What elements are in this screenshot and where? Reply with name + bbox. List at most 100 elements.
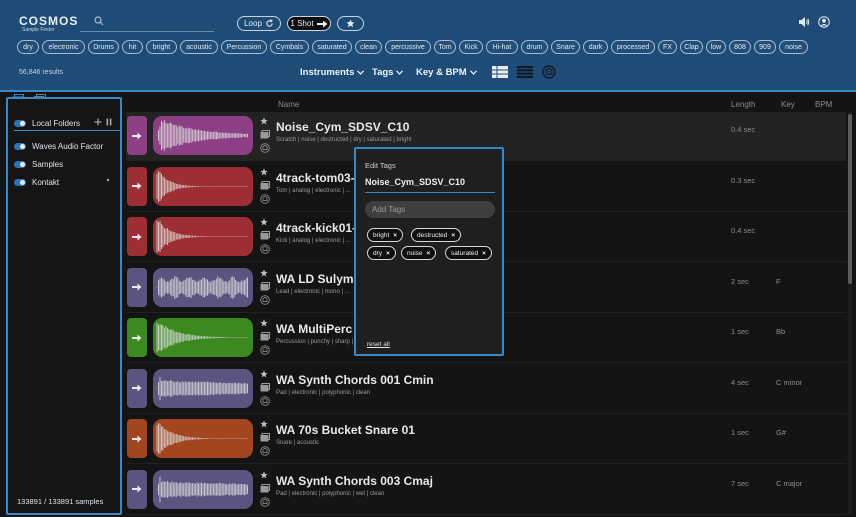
speaker-icon[interactable] xyxy=(798,16,810,28)
waveform[interactable] xyxy=(153,368,253,408)
waveform[interactable] xyxy=(153,116,253,155)
folder-toggle[interactable] xyxy=(14,178,26,186)
folder-icon[interactable] xyxy=(260,231,270,240)
tag-view-icon[interactable] xyxy=(542,65,556,79)
folder-toggle[interactable] xyxy=(14,160,26,168)
edit-tag-chip-destructed[interactable]: destructed × xyxy=(411,228,462,242)
tag-chip-cymbals[interactable]: Cymbals xyxy=(270,40,309,54)
waveform[interactable] xyxy=(153,217,253,256)
column-header-key[interactable]: Key xyxy=(781,100,795,109)
tag-chip-clean[interactable]: clean xyxy=(355,40,382,54)
tag-icon[interactable] xyxy=(260,345,270,355)
tag-chip-hi-hat[interactable]: Hi-hat xyxy=(486,40,518,54)
folder-icon[interactable] xyxy=(260,382,270,392)
tag-chip-808[interactable]: 808 xyxy=(729,40,751,54)
tag-chip-drums[interactable]: Drums xyxy=(88,40,119,54)
tag-chip-low[interactable]: low xyxy=(706,40,726,54)
folder-icon[interactable] xyxy=(260,180,270,190)
remove-tag-icon[interactable]: × xyxy=(451,232,455,239)
tag-chip-acoustic[interactable]: acoustic xyxy=(180,40,218,54)
tag-chip-909[interactable]: 909 xyxy=(754,40,776,54)
edit-tag-chip-dry[interactable]: dry × xyxy=(367,246,396,260)
folder-icon[interactable] xyxy=(260,433,270,442)
list-scroll-thumb[interactable] xyxy=(848,114,852,284)
remove-tag-icon[interactable]: × xyxy=(386,250,390,257)
edit-tag-chip-noise[interactable]: noise × xyxy=(401,246,437,260)
play-button[interactable] xyxy=(127,166,147,206)
play-button[interactable] xyxy=(127,267,147,307)
add-tags-input[interactable] xyxy=(365,201,495,218)
list-scrollbar[interactable] xyxy=(848,112,852,514)
tag-chip-dry[interactable]: dry xyxy=(17,40,39,54)
tag-chip-noise[interactable]: noise xyxy=(779,40,808,54)
star-icon[interactable] xyxy=(260,369,268,378)
remove-tag-icon[interactable]: × xyxy=(427,250,431,257)
play-button[interactable] xyxy=(127,419,147,458)
favorites-button[interactable] xyxy=(337,16,364,31)
search-box[interactable] xyxy=(80,14,214,32)
tag-chip-processed[interactable]: processed xyxy=(611,40,655,54)
sample-row[interactable]: WA 70s Bucket Snare 01 Snare | acoustic … xyxy=(126,415,846,464)
user-icon[interactable] xyxy=(818,16,830,28)
folder-icon[interactable] xyxy=(260,483,270,493)
star-icon[interactable] xyxy=(260,420,268,428)
local-folders-toggle[interactable] xyxy=(14,119,26,127)
play-button[interactable] xyxy=(127,469,147,509)
tag-chip-saturated[interactable]: saturated xyxy=(312,40,352,54)
pause-icon[interactable] xyxy=(106,118,112,126)
one-shot-button[interactable]: 1 Shot xyxy=(287,16,331,31)
sample-name[interactable]: WA Synth Chords 003 Cmaj xyxy=(276,474,433,488)
edit-tag-chip-saturated[interactable]: saturated × xyxy=(445,246,492,260)
reset-all-link[interactable]: reset all xyxy=(367,341,390,348)
sample-row[interactable]: WA Synth Chords 003 Cmaj Pad | electroni… xyxy=(126,466,846,515)
sample-row[interactable]: WA Synth Chords 001 Cmin Pad | electroni… xyxy=(126,365,846,414)
tag-icon[interactable] xyxy=(260,294,270,305)
star-icon[interactable] xyxy=(260,268,268,277)
search-icon[interactable] xyxy=(94,16,104,26)
play-button[interactable] xyxy=(127,318,147,357)
folder-icon[interactable] xyxy=(260,332,270,341)
play-button[interactable] xyxy=(127,217,147,256)
column-header-length[interactable]: Length xyxy=(731,100,755,109)
folder-kontakt[interactable]: Kontakt xyxy=(14,176,59,188)
remove-tag-icon[interactable]: × xyxy=(393,232,397,239)
list-view-icon[interactable] xyxy=(492,66,508,78)
compact-view-icon[interactable] xyxy=(517,66,533,78)
waveform[interactable] xyxy=(153,267,253,307)
add-folder-icon[interactable] xyxy=(94,118,102,126)
tag-chip-drum[interactable]: drum xyxy=(521,40,548,54)
column-header-bpm[interactable]: BPM xyxy=(815,100,832,109)
sample-name[interactable]: WA 70s Bucket Snare 01 xyxy=(276,423,415,437)
waveform[interactable] xyxy=(153,166,253,206)
star-icon[interactable] xyxy=(260,319,268,327)
sample-name[interactable]: Noise_Cym_SDSV_C10 xyxy=(276,120,409,134)
folder-waves-audio-factor[interactable]: Waves Audio Factor xyxy=(14,140,103,152)
tag-chip-hit[interactable]: hit xyxy=(122,40,143,54)
tag-chip-snare[interactable]: Snare xyxy=(551,40,580,54)
star-icon[interactable] xyxy=(260,470,268,479)
tag-chip-percussion[interactable]: Percussion xyxy=(221,40,267,54)
folder-icon[interactable] xyxy=(260,281,270,291)
folder-toggle[interactable] xyxy=(14,142,26,150)
key-bpm-filter[interactable]: Key & BPM xyxy=(416,67,477,78)
tag-chip-tom[interactable]: Tom xyxy=(434,40,456,54)
tag-chip-fx[interactable]: FX xyxy=(658,40,677,54)
waveform[interactable] xyxy=(153,419,253,458)
folder-samples[interactable]: Samples xyxy=(14,158,63,170)
tag-chip-bright[interactable]: bright xyxy=(146,40,177,54)
star-icon[interactable] xyxy=(260,117,268,125)
tag-chip-electronic[interactable]: electronic xyxy=(42,40,85,54)
star-icon[interactable] xyxy=(260,167,268,176)
sample-name[interactable]: WA Synth Chords 001 Cmin xyxy=(276,373,434,387)
tag-icon[interactable] xyxy=(260,193,270,204)
loop-button[interactable]: Loop xyxy=(237,16,281,31)
waveform[interactable] xyxy=(153,318,253,357)
column-header-name[interactable]: Name xyxy=(278,100,299,109)
play-button[interactable] xyxy=(127,368,147,408)
waveform[interactable] xyxy=(153,469,253,509)
tag-chip-percussive[interactable]: percussive xyxy=(385,40,431,54)
tags-filter[interactable]: Tags xyxy=(372,67,404,78)
folder-icon[interactable] xyxy=(260,130,270,139)
tag-icon[interactable] xyxy=(260,143,270,153)
instruments-filter[interactable]: Instruments xyxy=(300,67,365,78)
